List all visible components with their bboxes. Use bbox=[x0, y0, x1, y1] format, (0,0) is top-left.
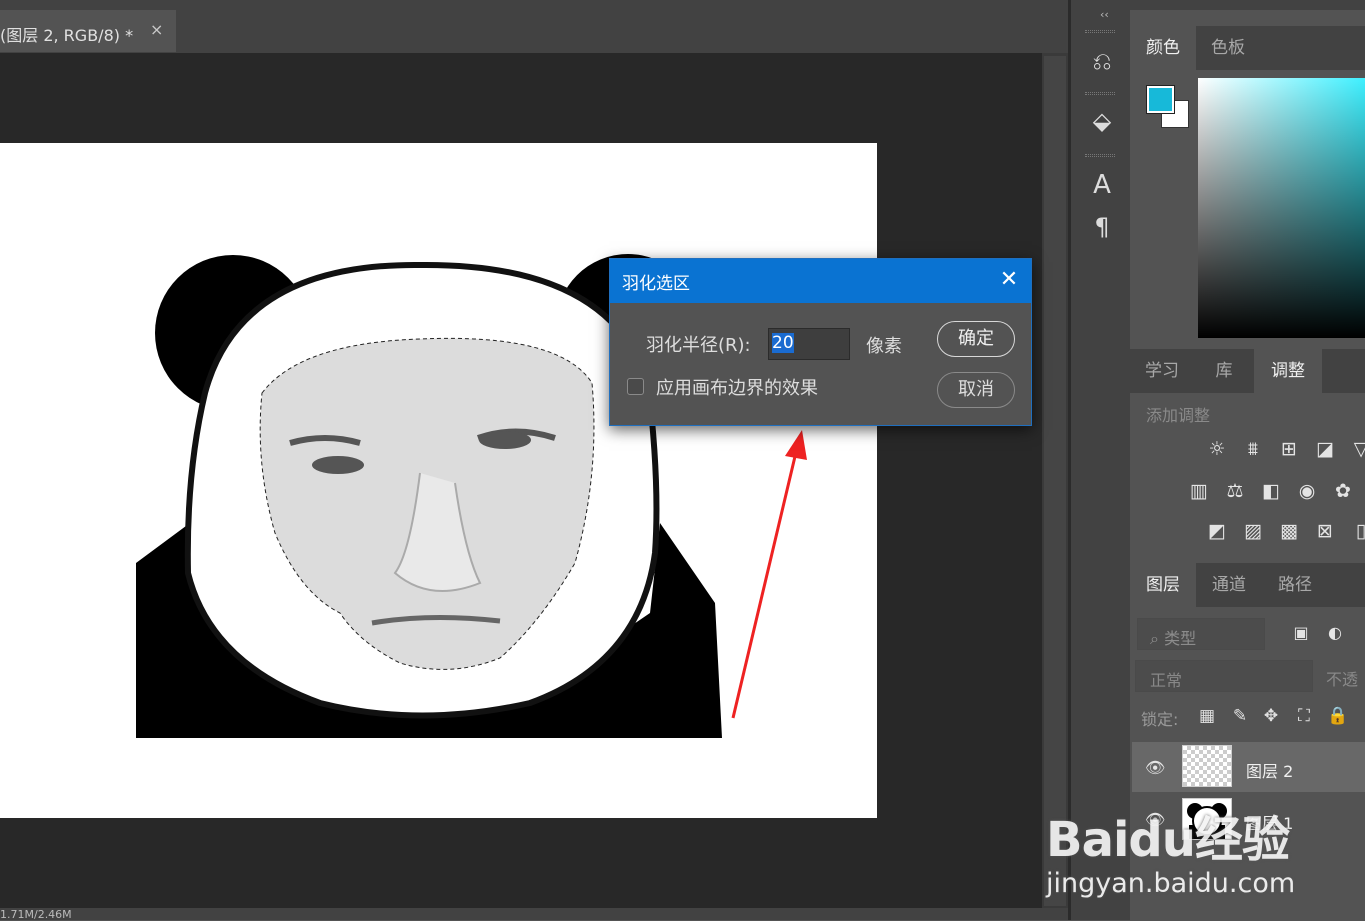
document-tab[interactable]: (图层 2, RGB/8) * × bbox=[0, 10, 176, 52]
character-icon[interactable]: A bbox=[1087, 170, 1117, 200]
opacity-label: 不透 bbox=[1326, 670, 1359, 689]
feather-selection-dialog: 羽化选区 ✕ 羽化半径(R): 20 像素 确定 取消 应用画布边界的效果 bbox=[609, 258, 1032, 426]
search-icon: ⌕ bbox=[1150, 629, 1159, 648]
lock-label: 锁定: bbox=[1141, 710, 1179, 729]
exposure-icon[interactable]: ◪ bbox=[1312, 438, 1338, 460]
lock-transparent-icon[interactable]: ▦ bbox=[1196, 706, 1218, 728]
lock-artboard-icon[interactable]: ⛶ bbox=[1293, 706, 1315, 728]
feather-radius-input[interactable]: 20 bbox=[768, 328, 850, 360]
color-spectrum[interactable] bbox=[1198, 78, 1365, 338]
hue-saturation-icon[interactable]: ▥ bbox=[1186, 480, 1212, 502]
layer-filter-label: 类型 bbox=[1164, 629, 1197, 648]
tab-libraries[interactable]: 库 bbox=[1194, 349, 1254, 393]
document-tab-title: (图层 2, RGB/8) * bbox=[0, 26, 134, 45]
close-icon[interactable]: ✕ bbox=[996, 267, 1022, 293]
tab-channels[interactable]: 通道 bbox=[1196, 563, 1262, 607]
eye-icon[interactable]: 👁 bbox=[1145, 758, 1167, 777]
tab-swatches[interactable]: 色板 bbox=[1196, 26, 1260, 70]
adjustment-filter-icon[interactable]: ◐ bbox=[1322, 622, 1348, 644]
tab-adjustments[interactable]: 调整 bbox=[1254, 349, 1322, 393]
status-bar: 1.71M/2.46M bbox=[0, 908, 1068, 921]
black-white-icon[interactable]: ◧ bbox=[1258, 480, 1284, 502]
close-tab-icon[interactable]: × bbox=[150, 20, 163, 39]
lock-all-icon[interactable]: 🔒 bbox=[1327, 706, 1349, 728]
feather-radius-label: 羽化半径(R): bbox=[646, 335, 751, 356]
cancel-button[interactable]: 取消 bbox=[937, 372, 1015, 408]
tab-color[interactable]: 颜色 bbox=[1130, 26, 1196, 70]
paragraph-icon[interactable]: ¶ bbox=[1087, 212, 1117, 242]
adjust-panel-header: 学习 库 调整 bbox=[1130, 349, 1365, 393]
3d-icon[interactable]: ⬙ bbox=[1087, 106, 1117, 136]
grip-handle[interactable] bbox=[1085, 92, 1115, 95]
tab-paths[interactable]: 路径 bbox=[1262, 563, 1328, 607]
vibrance-icon[interactable]: ▽ bbox=[1348, 438, 1365, 460]
image-filter-icon[interactable]: ▣ bbox=[1288, 622, 1314, 644]
panel-icon-strip bbox=[1071, 10, 1130, 920]
tab-learn[interactable]: 学习 bbox=[1130, 349, 1194, 393]
color-panel-header: 颜色 色板 bbox=[1130, 26, 1365, 70]
selective-color-icon[interactable]: ▯ bbox=[1348, 520, 1365, 542]
lock-position-icon[interactable]: ✥ bbox=[1260, 706, 1282, 728]
apply-canvas-label: 应用画布边界的效果 bbox=[656, 378, 818, 399]
layer-name: 图层 2 bbox=[1246, 762, 1294, 781]
watermark-url: jingyan.baidu.com bbox=[1046, 868, 1296, 899]
threshold-icon[interactable]: ▩ bbox=[1276, 520, 1302, 542]
curves-icon[interactable]: ⊞ bbox=[1276, 438, 1302, 460]
levels-icon[interactable]: ⩩ bbox=[1240, 438, 1266, 460]
tab-layers[interactable]: 图层 bbox=[1130, 563, 1196, 607]
doc-size-text: 1.71M/2.46M bbox=[0, 908, 72, 921]
collapse-panels-icon[interactable]: ‹‹ bbox=[1100, 8, 1109, 21]
watermark-brand: Baidu经验 bbox=[1046, 812, 1290, 868]
dialog-title: 羽化选区 bbox=[610, 259, 1031, 303]
scrollbar-thumb[interactable] bbox=[1044, 56, 1066, 906]
layer-filter-select[interactable]: ⌕ 类型 bbox=[1137, 618, 1265, 650]
layer-thumbnail bbox=[1182, 745, 1232, 787]
channel-mixer-icon[interactable]: ✿ bbox=[1330, 480, 1356, 502]
ok-button[interactable]: 确定 bbox=[937, 321, 1015, 357]
brightness-icon[interactable]: ☼ bbox=[1204, 438, 1230, 460]
blend-mode-select[interactable]: 正常 bbox=[1135, 660, 1313, 692]
posterize-icon[interactable]: ▨ bbox=[1240, 520, 1266, 542]
lock-image-icon[interactable]: ✎ bbox=[1229, 706, 1251, 728]
grip-handle[interactable] bbox=[1085, 154, 1115, 157]
layers-panel-header: 图层 通道 路径 bbox=[1130, 563, 1365, 607]
unit-label: 像素 bbox=[866, 336, 902, 357]
foreground-color-swatch[interactable] bbox=[1146, 85, 1175, 114]
grip-handle[interactable] bbox=[1085, 30, 1115, 33]
history-icon[interactable]: ⎌ bbox=[1087, 46, 1117, 76]
baidu-watermark: Baidu经验 jingyan.baidu.com bbox=[1046, 800, 1295, 899]
add-adjustment-hint: 添加调整 bbox=[1146, 406, 1211, 425]
top-bar bbox=[0, 0, 1365, 10]
apply-canvas-checkbox[interactable] bbox=[627, 378, 644, 395]
feather-radius-value: 20 bbox=[772, 333, 794, 353]
gradient-map-icon[interactable]: ⊠ bbox=[1312, 520, 1338, 542]
color-balance-icon[interactable]: ⚖ bbox=[1222, 480, 1248, 502]
invert-icon[interactable]: ◩ bbox=[1204, 520, 1230, 542]
red-arrow-annotation bbox=[731, 430, 807, 719]
photo-filter-icon[interactable]: ◉ bbox=[1294, 480, 1320, 502]
